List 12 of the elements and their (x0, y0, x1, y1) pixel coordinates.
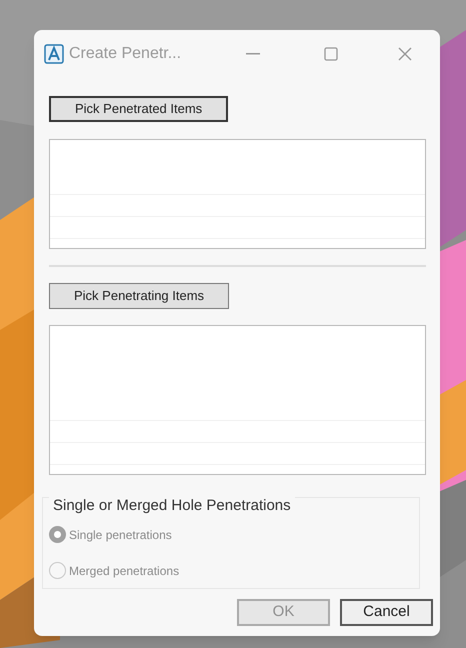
window-title: Create Penetr... (69, 44, 182, 64)
close-icon (398, 47, 412, 61)
maximize-icon (324, 47, 338, 61)
app-logo-icon (44, 44, 64, 64)
minimize-icon (246, 53, 260, 55)
radio-label: Merged penetrations (69, 562, 180, 580)
list-box[interactable] (49, 325, 426, 475)
dialog-button[interactable]: Cancel (340, 599, 433, 626)
pick-button[interactable]: Pick Penetrating Items (49, 283, 230, 309)
radio-label: Single penetrations (69, 526, 172, 544)
list-box[interactable] (49, 139, 426, 249)
pick-button[interactable]: Pick Penetrated Items (49, 96, 228, 122)
